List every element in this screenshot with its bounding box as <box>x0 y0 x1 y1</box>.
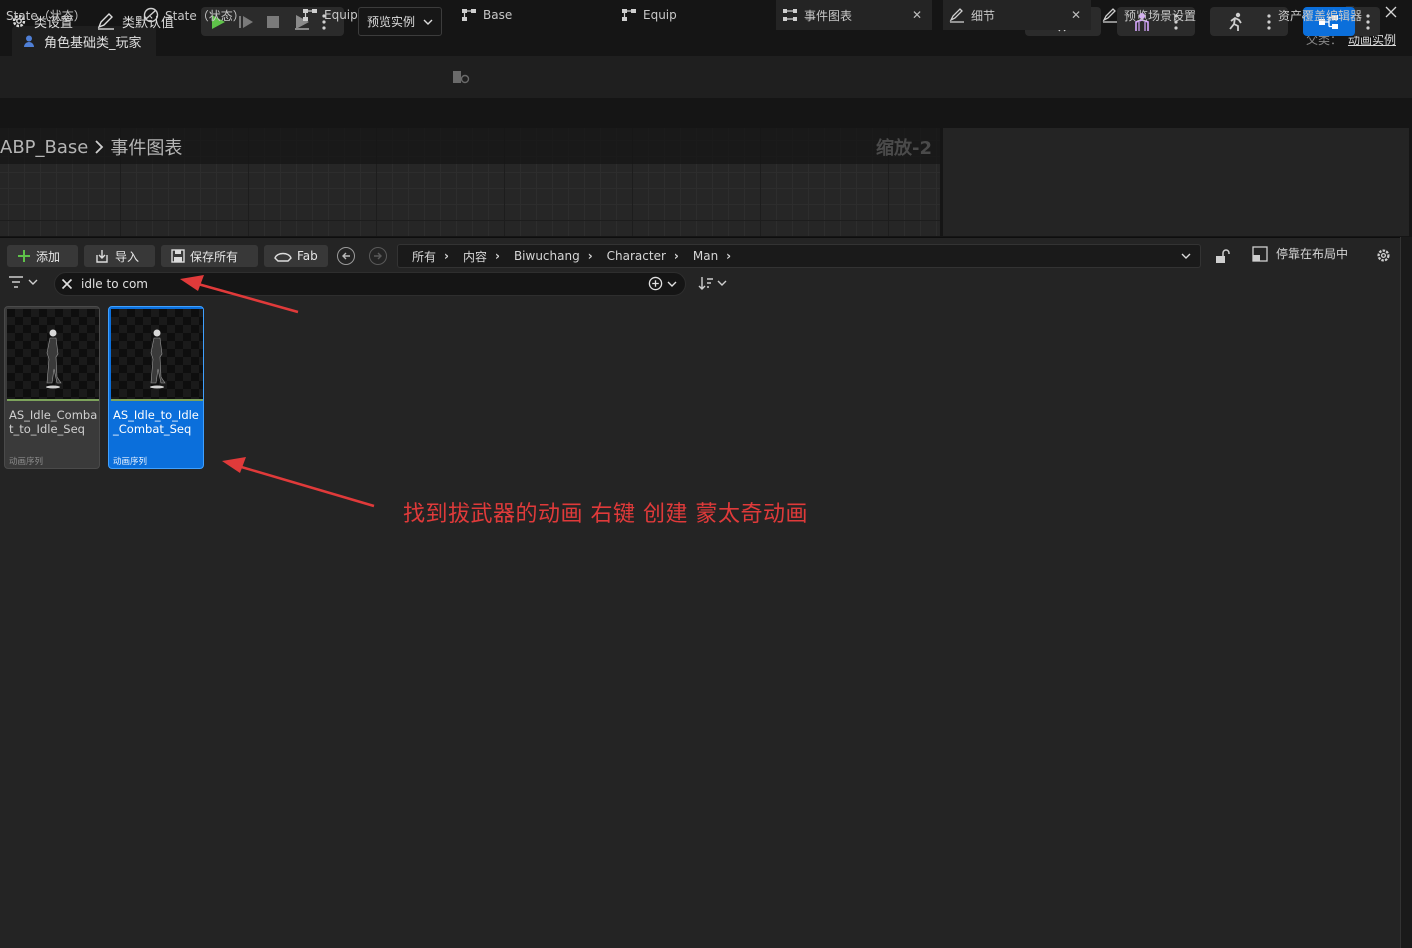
annotation-arrows <box>180 275 375 508</box>
arrow-to-asset-icon <box>222 457 375 508</box>
annotation-text: 找到拔武器的动画 右键 创建 蒙太奇动画 <box>403 502 808 527</box>
arrow-to-search-icon <box>180 275 299 314</box>
